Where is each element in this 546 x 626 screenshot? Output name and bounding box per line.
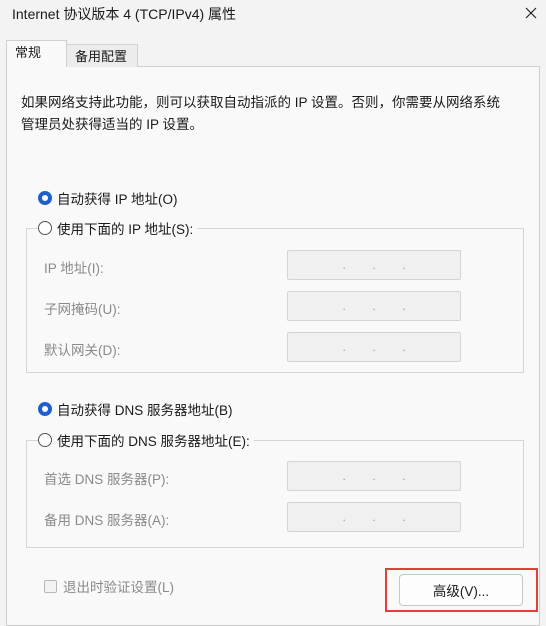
octet-dot: . xyxy=(402,469,406,483)
radio-auto-dns[interactable]: 自动获得 DNS 服务器地址(B) xyxy=(38,399,233,419)
default-gateway-label: 默认网关(D): xyxy=(44,343,121,358)
octet-dot: . xyxy=(402,299,406,313)
radio-unselected-icon xyxy=(38,433,52,447)
alternate-dns-input[interactable]: ... xyxy=(287,502,461,532)
radio-auto-dns-label: 自动获得 DNS 服务器地址(B) xyxy=(57,403,233,418)
radio-selected-icon xyxy=(38,402,52,416)
octet-dot: . xyxy=(402,258,406,272)
radio-unselected-icon xyxy=(38,221,52,235)
description-text: 如果网络支持此功能，则可以获取自动指派的 IP 设置。否则，你需要从网络系统管理… xyxy=(21,95,501,132)
tab-alternate-config[interactable]: 备用配置 xyxy=(66,44,138,67)
octet-dot: . xyxy=(342,510,346,524)
checkbox-icon xyxy=(44,579,57,593)
validate-on-exit-checkbox[interactable]: 退出时验证设置(L) xyxy=(44,576,174,596)
octet-dot: . xyxy=(342,258,346,272)
octet-dot: . xyxy=(402,340,406,354)
alternate-dns-label: 备用 DNS 服务器(A): xyxy=(44,513,170,528)
preferred-dns-label: 首选 DNS 服务器(P): xyxy=(44,472,170,487)
validate-on-exit-label: 退出时验证设置(L) xyxy=(63,580,174,595)
subnet-mask-input[interactable]: ... xyxy=(287,291,461,321)
octet-dot: . xyxy=(342,340,346,354)
default-gateway-input[interactable]: ... xyxy=(287,332,461,362)
advanced-button[interactable]: 高级(V)... xyxy=(399,574,523,606)
octet-dot: . xyxy=(402,510,406,524)
tab-general[interactable]: 常规 xyxy=(6,40,67,67)
octet-dot: . xyxy=(372,469,376,483)
octet-dot: . xyxy=(342,299,346,313)
radio-auto-ip[interactable]: 自动获得 IP 地址(O) xyxy=(38,188,178,208)
radio-manual-dns[interactable]: 使用下面的 DNS 服务器地址(E): xyxy=(38,430,254,450)
preferred-dns-input[interactable]: ... xyxy=(287,461,461,491)
close-button[interactable] xyxy=(516,0,546,26)
ip-address-label: IP 地址(I): xyxy=(44,261,104,276)
radio-manual-dns-label: 使用下面的 DNS 服务器地址(E): xyxy=(57,434,250,449)
window-title: Internet 协议版本 4 (TCP/IPv4) 属性 xyxy=(12,6,237,22)
radio-selected-icon xyxy=(38,191,52,205)
radio-auto-ip-label: 自动获得 IP 地址(O) xyxy=(57,192,178,207)
radio-manual-ip[interactable]: 使用下面的 IP 地址(S): xyxy=(38,218,198,238)
radio-manual-ip-label: 使用下面的 IP 地址(S): xyxy=(57,222,194,237)
octet-dot: . xyxy=(372,340,376,354)
ip-address-input[interactable]: ... xyxy=(287,250,461,280)
close-icon xyxy=(525,7,537,19)
octet-dot: . xyxy=(372,510,376,524)
octet-dot: . xyxy=(372,258,376,272)
octet-dot: . xyxy=(342,469,346,483)
octet-dot: . xyxy=(372,299,376,313)
subnet-mask-label: 子网掩码(U): xyxy=(44,302,121,317)
